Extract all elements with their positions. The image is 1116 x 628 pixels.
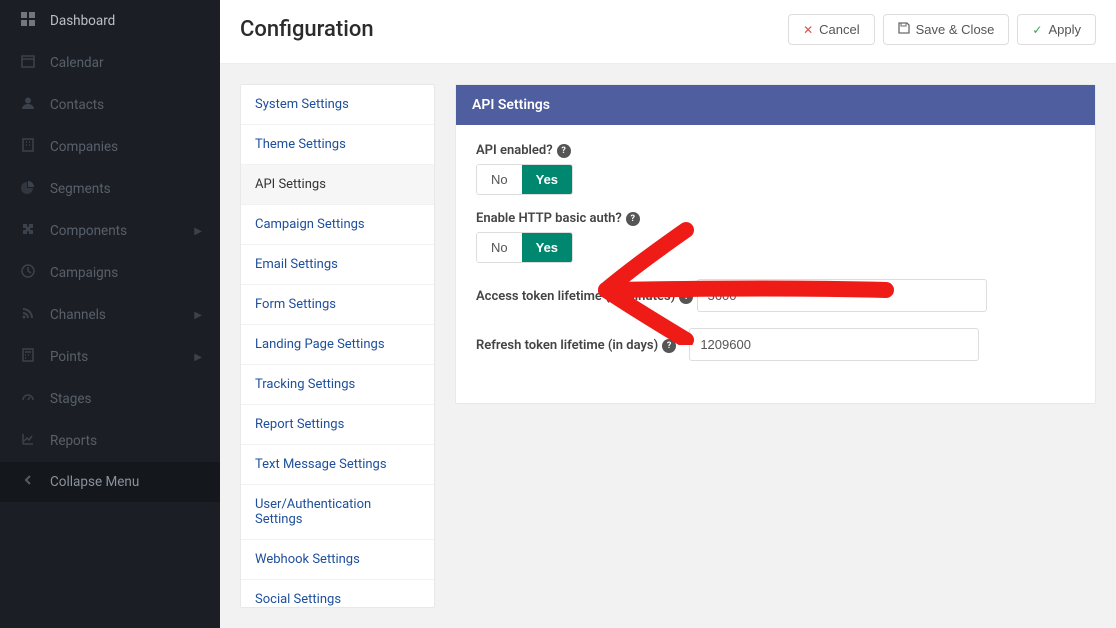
chevron-right-icon: ▶ <box>194 226 202 237</box>
refresh-token-input[interactable] <box>689 328 979 361</box>
pie-icon <box>18 180 38 198</box>
check-icon: ✓ <box>1032 23 1042 37</box>
save-icon <box>898 22 910 37</box>
api-enabled-toggle: No Yes <box>476 164 573 195</box>
sidebar-item-label: Segments <box>50 181 202 197</box>
field-api-enabled: API enabled? ? No Yes <box>476 143 1075 195</box>
sidebar-item-label: Channels <box>50 307 194 323</box>
access-token-input[interactable] <box>697 279 987 312</box>
gauge-icon <box>18 390 38 408</box>
submenu-item-tracking[interactable]: Tracking Settings <box>241 365 434 405</box>
action-buttons: ✕ Cancel Save & Close ✓ Apply <box>788 14 1096 45</box>
api-enabled-no[interactable]: No <box>477 165 522 194</box>
sidebar-item-label: Contacts <box>50 97 202 113</box>
building-icon <box>18 138 38 156</box>
submenu-item-webhook[interactable]: Webhook Settings <box>241 540 434 580</box>
help-icon[interactable]: ? <box>679 290 693 304</box>
basic-auth-toggle: No Yes <box>476 232 573 263</box>
submenu-item-text[interactable]: Text Message Settings <box>241 445 434 485</box>
submenu-item-social[interactable]: Social Settings <box>241 580 434 619</box>
sidebar-item-label: Points <box>50 349 194 365</box>
apply-button[interactable]: ✓ Apply <box>1017 14 1096 45</box>
required-indicator: * <box>680 338 686 353</box>
sidebar-collapse-toggle[interactable]: Collapse Menu <box>0 462 220 502</box>
help-icon[interactable]: ? <box>557 144 571 158</box>
clock-icon <box>18 264 38 282</box>
topbar: Configuration ✕ Cancel Save & Close ✓ Ap… <box>220 0 1116 64</box>
content-area: System Settings Theme Settings API Setti… <box>220 64 1116 628</box>
page-title: Configuration <box>240 17 374 42</box>
user-icon <box>18 96 38 114</box>
save-close-button[interactable]: Save & Close <box>883 14 1010 45</box>
sidebar-item-dashboard[interactable]: Dashboard <box>0 0 220 42</box>
submenu-item-api[interactable]: API Settings <box>241 165 434 205</box>
api-settings-panel: API Settings API enabled? ? No Yes <box>455 84 1096 404</box>
puzzle-icon <box>18 222 38 240</box>
cancel-button[interactable]: ✕ Cancel <box>788 14 875 45</box>
submenu-item-theme[interactable]: Theme Settings <box>241 125 434 165</box>
sidebar-item-label: Components <box>50 223 194 239</box>
calendar-icon <box>18 54 38 72</box>
field-label: Enable HTTP basic auth? ? <box>476 211 640 226</box>
submenu-item-email[interactable]: Email Settings <box>241 245 434 285</box>
close-icon: ✕ <box>803 23 813 37</box>
main-sidebar: Dashboard Calendar Contacts Companies Se… <box>0 0 220 628</box>
sidebar-item-label: Dashboard <box>50 13 202 29</box>
help-icon[interactable]: ? <box>626 212 640 226</box>
basic-auth-yes[interactable]: Yes <box>522 233 572 262</box>
sidebar-item-calendar[interactable]: Calendar <box>0 42 220 84</box>
sidebar-item-points[interactable]: Points ▶ <box>0 336 220 378</box>
sidebar-item-label: Campaigns <box>50 265 202 281</box>
field-refresh-token: Refresh token lifetime (in days) ? * <box>476 328 1075 361</box>
help-icon[interactable]: ? <box>662 339 676 353</box>
sidebar-item-segments[interactable]: Segments <box>0 168 220 210</box>
sidebar-collapse-label: Collapse Menu <box>50 474 202 490</box>
chart-icon <box>18 432 38 450</box>
chevron-right-icon: ▶ <box>194 310 202 321</box>
sidebar-item-label: Calendar <box>50 55 202 71</box>
sidebar-item-companies[interactable]: Companies <box>0 126 220 168</box>
sidebar-item-components[interactable]: Components ▶ <box>0 210 220 252</box>
panel-title: API Settings <box>456 85 1095 125</box>
button-label: Apply <box>1048 22 1081 37</box>
api-enabled-yes[interactable]: Yes <box>522 165 572 194</box>
submenu-item-userauth[interactable]: User/Authentication Settings <box>241 485 434 540</box>
sidebar-item-reports[interactable]: Reports <box>0 420 220 462</box>
button-label: Save & Close <box>916 22 995 37</box>
settings-submenu: System Settings Theme Settings API Setti… <box>240 84 435 608</box>
panel-body: API enabled? ? No Yes Enable HTTP b <box>456 125 1095 403</box>
field-label: Refresh token lifetime (in days) ? * <box>476 338 686 353</box>
field-access-token: Access token lifetime (in minutes) ? <box>476 279 1075 312</box>
sidebar-item-label: Stages <box>50 391 202 407</box>
basic-auth-no[interactable]: No <box>477 233 522 262</box>
sidebar-item-label: Companies <box>50 139 202 155</box>
submenu-item-form[interactable]: Form Settings <box>241 285 434 325</box>
sidebar-item-contacts[interactable]: Contacts <box>0 84 220 126</box>
main-area: Configuration ✕ Cancel Save & Close ✓ Ap… <box>220 0 1116 628</box>
rss-icon <box>18 306 38 324</box>
calculator-icon <box>18 348 38 366</box>
submenu-item-report[interactable]: Report Settings <box>241 405 434 445</box>
field-label: Access token lifetime (in minutes) ? <box>476 289 693 304</box>
sidebar-item-label: Reports <box>50 433 202 449</box>
sidebar-item-channels[interactable]: Channels ▶ <box>0 294 220 336</box>
field-basic-auth: Enable HTTP basic auth? ? No Yes <box>476 211 1075 263</box>
chevron-left-icon <box>18 474 38 490</box>
submenu-item-system[interactable]: System Settings <box>241 85 434 125</box>
sidebar-item-stages[interactable]: Stages <box>0 378 220 420</box>
grid-icon <box>18 12 38 30</box>
chevron-right-icon: ▶ <box>194 352 202 363</box>
submenu-item-campaign[interactable]: Campaign Settings <box>241 205 434 245</box>
button-label: Cancel <box>819 22 859 37</box>
field-label: API enabled? ? <box>476 143 571 158</box>
submenu-item-landing[interactable]: Landing Page Settings <box>241 325 434 365</box>
sidebar-item-campaigns[interactable]: Campaigns <box>0 252 220 294</box>
